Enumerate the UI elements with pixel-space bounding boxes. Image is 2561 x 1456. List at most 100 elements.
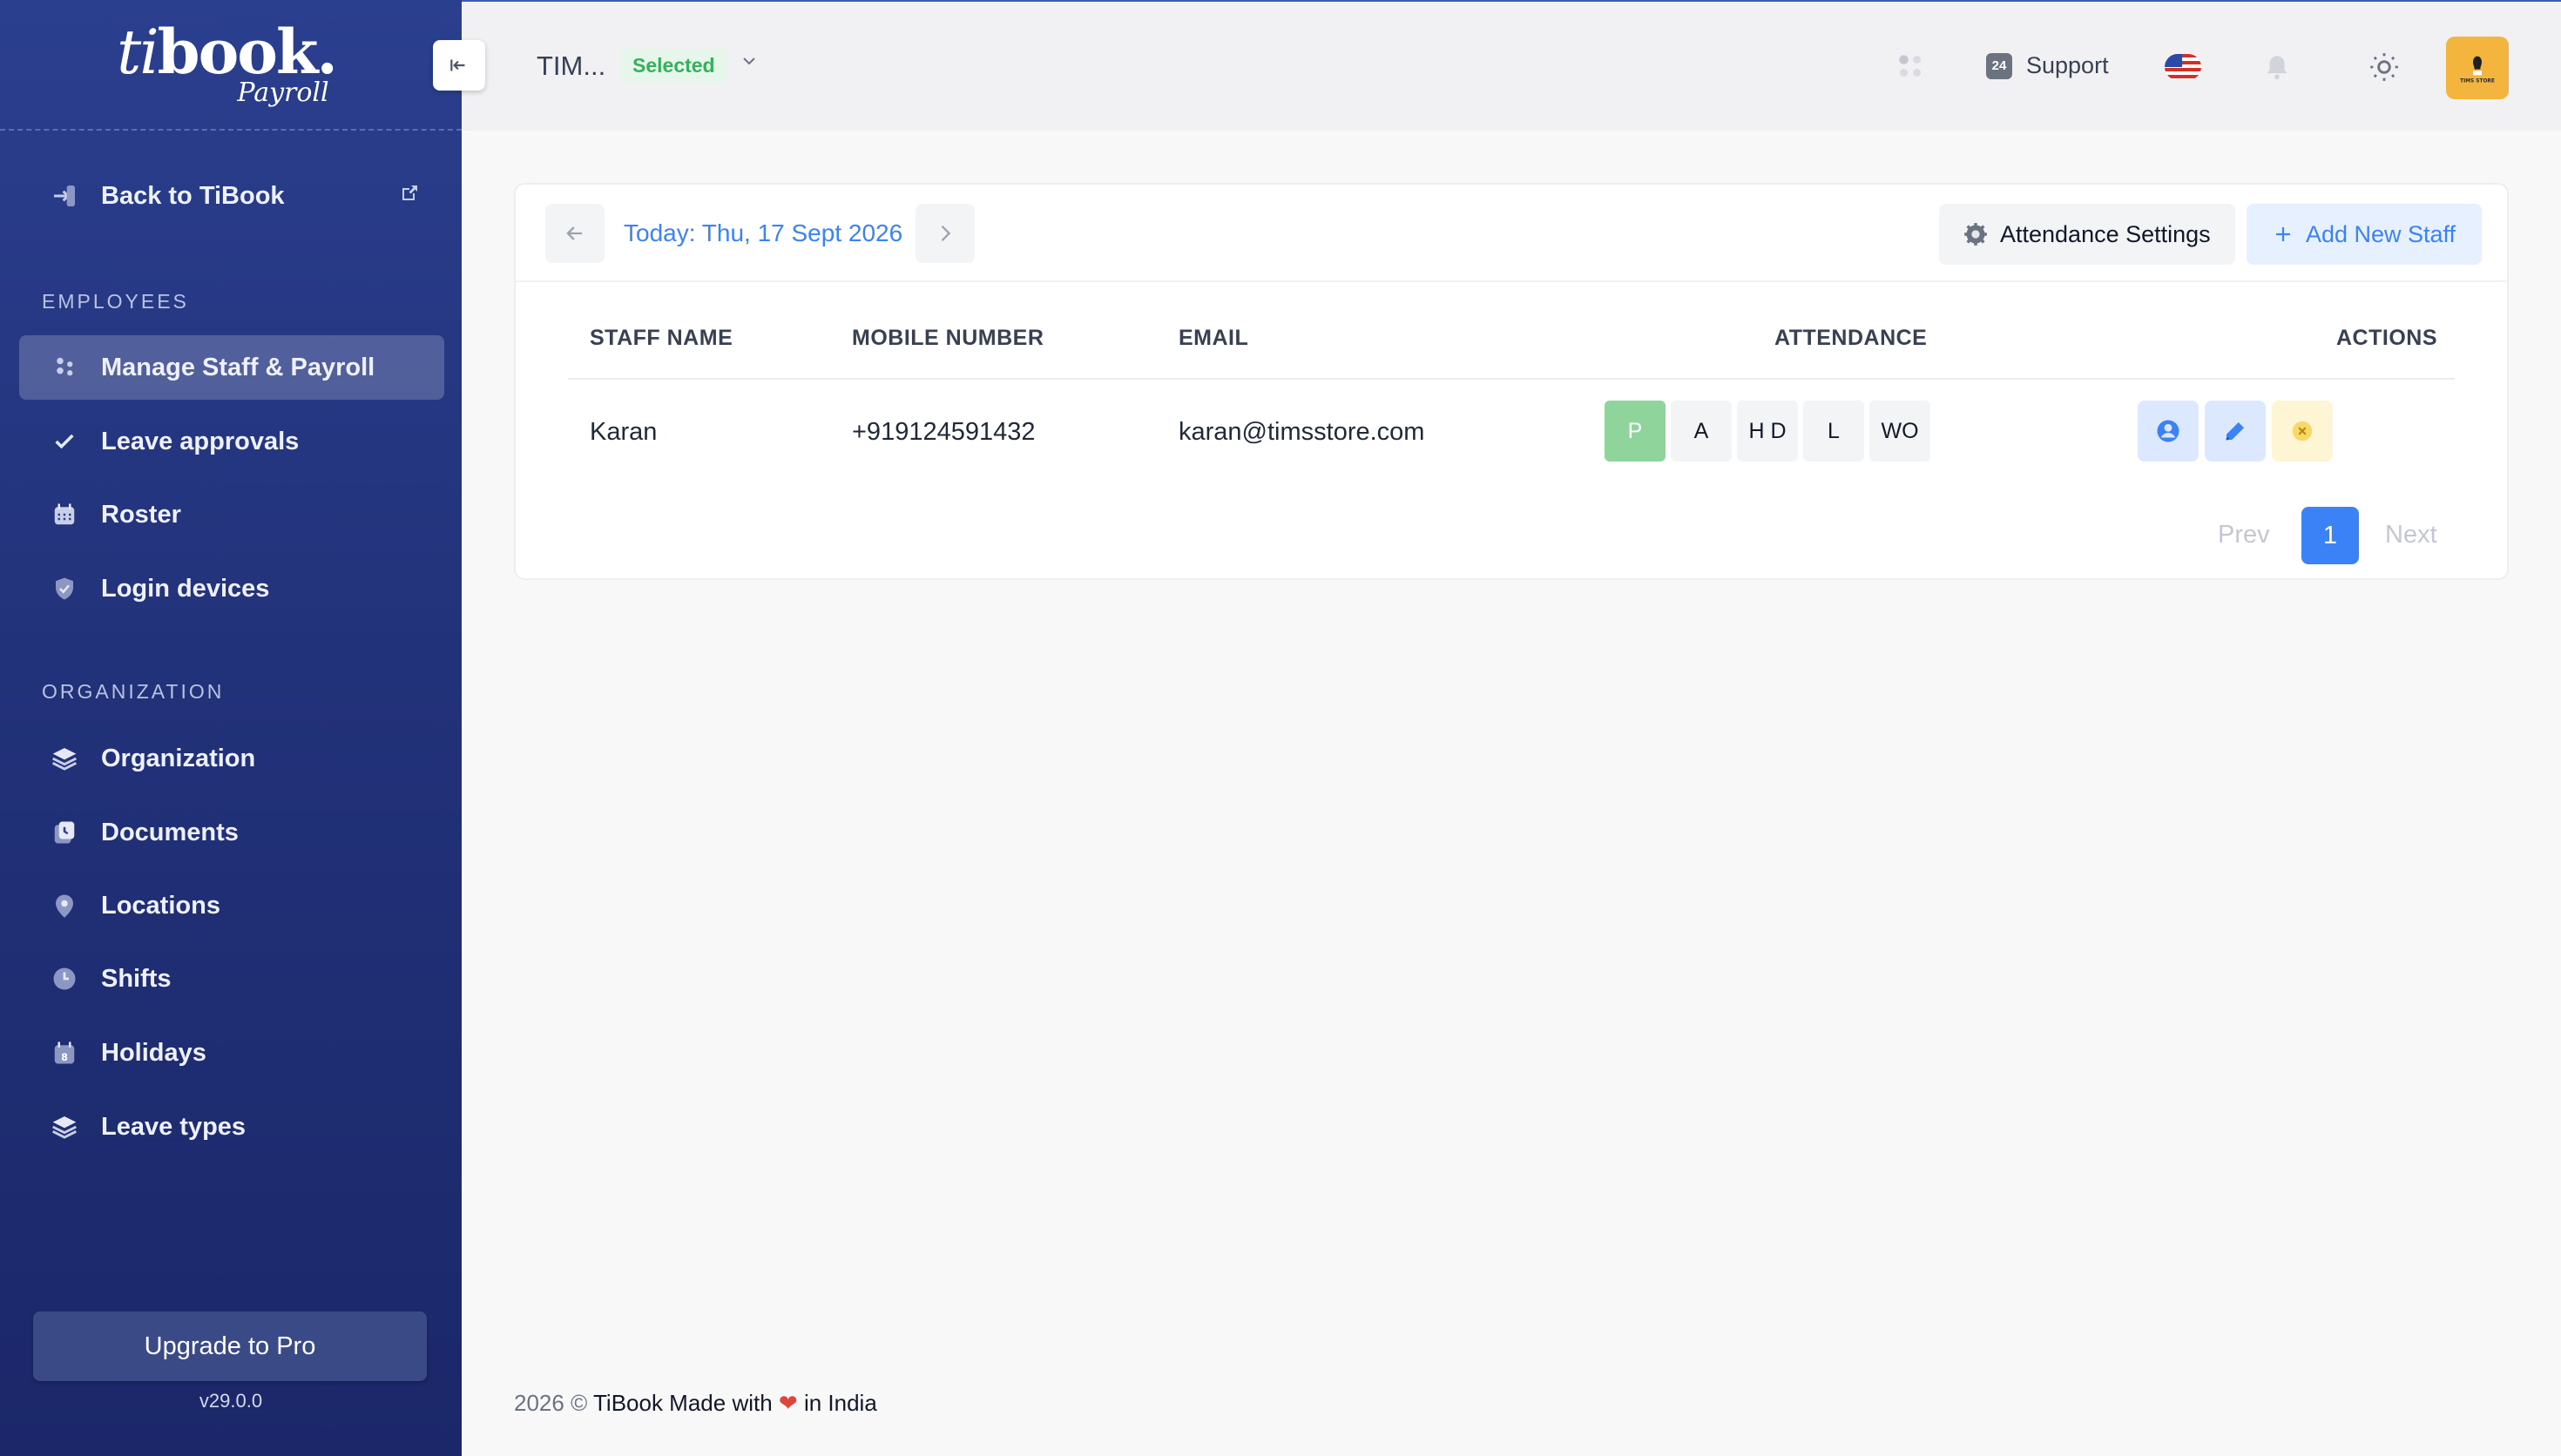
- logo-subtitle: Payroll: [237, 77, 329, 108]
- close-circle-icon: [2292, 421, 2313, 442]
- apps-icon: [1899, 55, 1921, 77]
- footer-in-india: in India: [803, 1390, 877, 1416]
- external-link-icon: [399, 183, 420, 210]
- view-profile-button[interactable]: [2138, 401, 2199, 462]
- sidebar-item-label: Leave types: [101, 1112, 247, 1141]
- gear-icon: [1964, 223, 1987, 246]
- header-divider: [568, 378, 2455, 380]
- pencil-icon: [2226, 422, 2244, 441]
- pagination-prev-button[interactable]: Prev: [2218, 521, 2270, 549]
- theme-toggle-button[interactable]: [2368, 51, 2401, 84]
- sidebar-item-shifts[interactable]: Shifts: [19, 947, 444, 1011]
- layers-icon: [49, 743, 80, 774]
- sidebar-item-label: Shifts: [101, 964, 172, 993]
- calendar-day-icon: 8: [49, 1037, 80, 1068]
- column-header-actions: ACTIONS: [2336, 326, 2437, 350]
- tibook-payroll-logo[interactable]: tibook. Payroll: [0, 0, 462, 131]
- sidebar-item-label: Login devices: [101, 574, 270, 603]
- column-header-mobile-number: MOBILE NUMBER: [852, 326, 1044, 350]
- add-new-staff-label: Add New Staff: [2305, 220, 2456, 247]
- svg-text:8: 8: [61, 1052, 68, 1063]
- documents-icon: [49, 817, 80, 848]
- section-label-employees: EMPLOYEES: [42, 290, 189, 313]
- staff-attendance-card: Today: Thu, 17 Sept 2026 Attendance Sett…: [514, 183, 2509, 580]
- sidebar: tibook. Payroll Back to TiBook EMPLOYEES…: [0, 0, 462, 1456]
- plus-icon: [2275, 227, 2290, 241]
- sidebar-item-roster[interactable]: Roster: [19, 482, 444, 547]
- sidebar-item-leave-types[interactable]: Leave types: [19, 1095, 444, 1159]
- sidebar-item-label: Documents: [101, 818, 239, 846]
- calendar-icon: [49, 499, 80, 530]
- sidebar-item-leave-approvals[interactable]: Leave approvals: [19, 409, 444, 474]
- sidebar-item-label: Leave approvals: [101, 427, 300, 455]
- logo-ti: ti: [117, 16, 159, 88]
- sidebar-item-holidays[interactable]: 8 Holidays: [19, 1021, 444, 1085]
- sun-icon: [2370, 53, 2398, 81]
- attendance-week-off-button[interactable]: WO: [1869, 401, 1930, 462]
- store-logo-icon: TIMS STORE: [2460, 56, 2495, 84]
- attendance-leave-button[interactable]: L: [1803, 401, 1864, 462]
- upgrade-to-pro-button[interactable]: Upgrade to Pro: [33, 1311, 427, 1381]
- layers-icon: [49, 1111, 80, 1143]
- sidebar-item-label: Organization: [101, 744, 256, 772]
- column-header-email: EMAIL: [1179, 326, 1249, 350]
- attendance-settings-button[interactable]: Attendance Settings: [1939, 204, 2235, 265]
- sidebar-item-label: Locations: [101, 891, 220, 920]
- sidebar-item-locations[interactable]: Locations: [19, 873, 444, 938]
- sidebar-item-login-devices[interactable]: Login devices: [19, 556, 444, 621]
- attendance-absent-button[interactable]: A: [1671, 401, 1732, 462]
- column-header-attendance: ATTENDANCE: [1774, 326, 1928, 350]
- pagination-page-1[interactable]: 1: [2301, 507, 2359, 564]
- current-date-label[interactable]: Today: Thu, 17 Sept 2026: [624, 219, 902, 247]
- sidebar-item-label: Manage Staff & Payroll: [101, 353, 375, 381]
- support-button[interactable]: 24 Support: [1986, 52, 2109, 79]
- column-header-staff-name: STAFF NAME: [590, 326, 733, 350]
- arrow-left-icon: [566, 226, 583, 240]
- back-to-tibook-link[interactable]: Back to TiBook: [19, 164, 444, 228]
- collapse-sidebar-button[interactable]: [433, 40, 485, 91]
- footer-made-with: TiBook Made with: [593, 1390, 773, 1416]
- users-icon: [49, 352, 80, 383]
- add-new-staff-button[interactable]: Add New Staff: [2247, 204, 2482, 265]
- pagination-next-button[interactable]: Next: [2385, 521, 2437, 549]
- user-circle-icon: [2157, 420, 2179, 442]
- toolbar-divider: [516, 280, 2507, 282]
- support-label: Support: [2026, 52, 2109, 78]
- sidebar-item-label: Holidays: [101, 1038, 206, 1067]
- attendance-half-day-button[interactable]: H D: [1737, 401, 1798, 462]
- email-cell: karan@timsstore.com: [1179, 418, 1425, 446]
- notifications-button[interactable]: [2262, 52, 2292, 82]
- us-flag-icon: [2165, 54, 2201, 80]
- attendance-present-button[interactable]: P: [1605, 401, 1666, 462]
- shield-check-icon: [49, 573, 80, 604]
- location-pin-icon: [49, 890, 80, 921]
- check-icon: [49, 426, 80, 457]
- apps-grid-button[interactable]: [1895, 51, 1926, 82]
- section-label-organization: ORGANIZATION: [42, 680, 225, 703]
- user-avatar[interactable]: TIMS STORE: [2446, 37, 2509, 99]
- sidebar-item-organization[interactable]: Organization: [19, 726, 444, 791]
- avatar-text: TIMS STORE: [2460, 79, 2495, 84]
- store-name[interactable]: TIM...: [537, 51, 605, 82]
- attendance-settings-label: Attendance Settings: [2000, 220, 2211, 247]
- edit-staff-button[interactable]: [2205, 401, 2266, 462]
- bell-icon: [2267, 56, 2287, 80]
- sidebar-item-documents[interactable]: Documents: [19, 800, 444, 865]
- store-dropdown-button[interactable]: [739, 51, 760, 78]
- sidebar-item-manage-staff[interactable]: Manage Staff & Payroll: [19, 335, 444, 400]
- footer-year: 2026 ©: [514, 1390, 588, 1416]
- sign-in-arrow-icon: [49, 180, 80, 212]
- top-bar: TIM... Selected 24 Support TIMS STORE: [462, 0, 2561, 131]
- arrow-left-bar-icon: [450, 59, 465, 71]
- previous-day-button[interactable]: [545, 204, 605, 263]
- chevron-down-icon: [743, 57, 755, 65]
- footer: 2026 © TiBook Made with ❤ in India: [514, 1390, 877, 1417]
- back-to-tibook-label: Back to TiBook: [101, 181, 285, 210]
- language-selector[interactable]: [2165, 54, 2201, 80]
- deactivate-staff-button[interactable]: [2272, 401, 2333, 462]
- mobile-number-cell: +919124591432: [852, 418, 1036, 446]
- chevron-right-icon: [941, 226, 951, 241]
- next-day-button[interactable]: [916, 204, 975, 263]
- support-24-icon: 24: [1986, 52, 2012, 79]
- clock-icon: [49, 963, 80, 994]
